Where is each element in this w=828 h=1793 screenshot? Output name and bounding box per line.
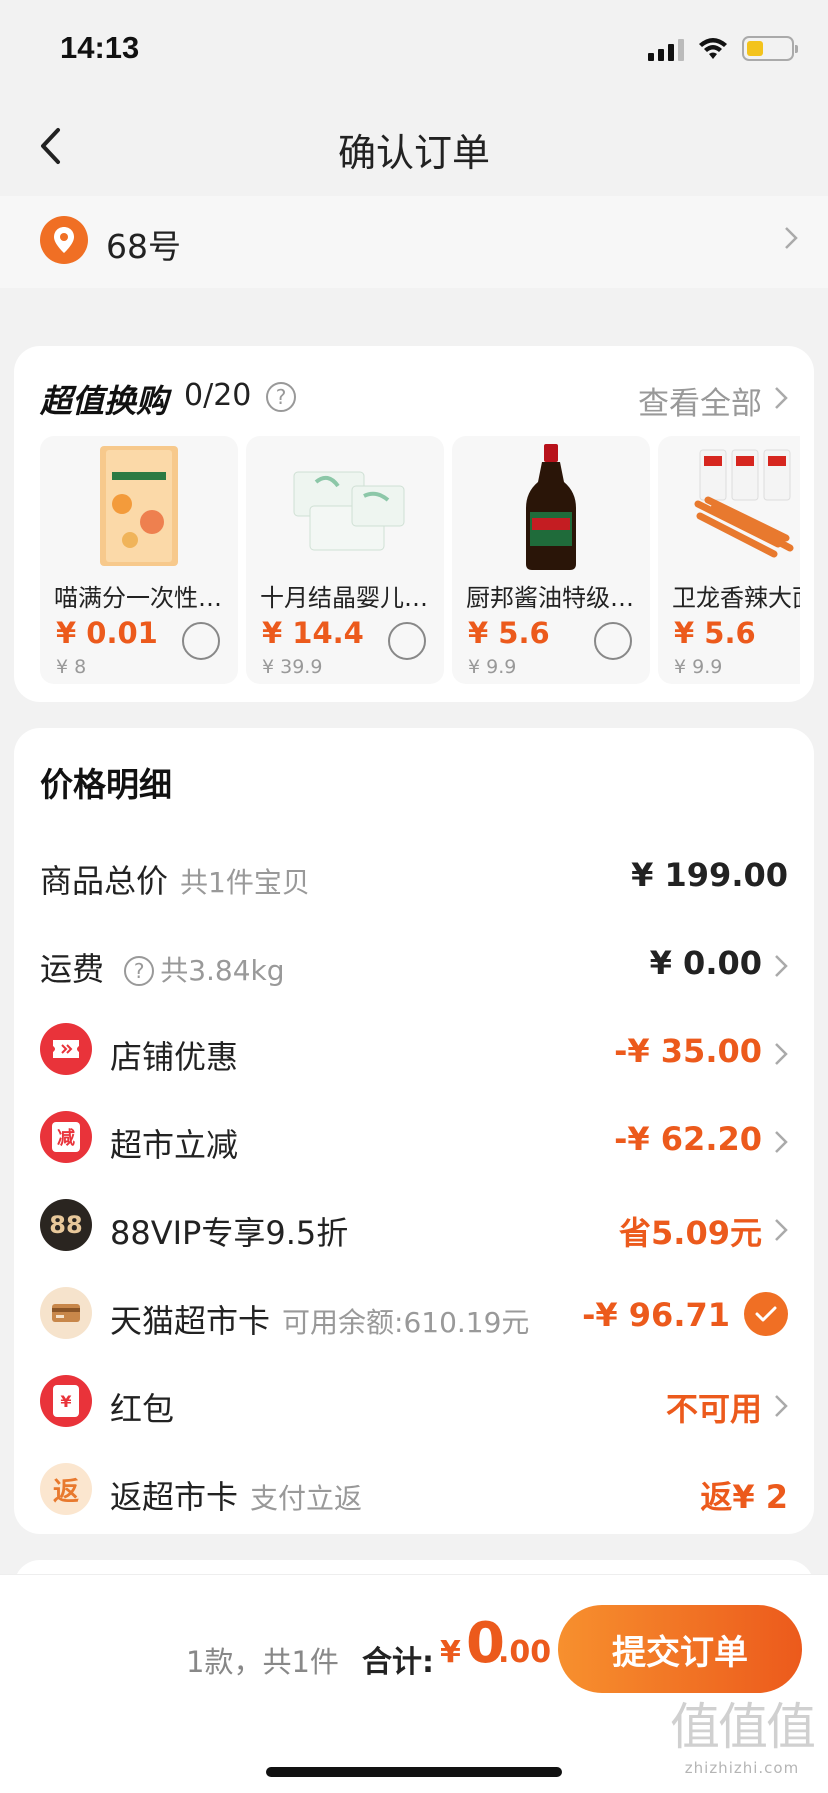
deal-price: ¥ 14.4 [262,616,364,650]
view-all-link[interactable]: 查看全部 [638,378,762,423]
signal-icon [648,37,684,61]
deal-item[interactable]: 喵满分一次性洗脸巾 ¥ 0.01 ¥ 8 [40,436,238,684]
market-discount-label: 超市立减 [110,1126,239,1164]
deal-item[interactable]: 卫龙香辣大面筋 ¥ 5.6 ¥ 9.9 [658,436,800,684]
shipping-label: 运费 [40,950,105,988]
check-icon[interactable] [744,1292,788,1336]
market-discount-row[interactable]: 减 超市立减 -¥ 62.20 [14,1108,814,1168]
help-icon[interactable]: ? [266,382,296,412]
product-image [293,471,405,551]
total-currency: ¥ [440,1635,461,1670]
market-card-value: -¥ 96.71 [582,1296,730,1334]
status-icons [648,36,798,61]
red-packet-value: 不可用 [665,1390,762,1428]
wifi-icon [699,37,727,59]
shop-discount-value: -¥ 35.00 [614,1032,762,1070]
deal-name: 十月结晶婴儿纸巾 [260,584,435,612]
market-card-row[interactable]: 天猫超市卡 可用余额:610.19元 -¥ 96.71 [14,1284,814,1344]
cashback-icon: 返 [40,1463,92,1515]
cashback-row: 返 返超市卡 支付立返 返¥ 2 [14,1460,814,1520]
watermark-url: zhizhizhi.com [684,1759,800,1777]
status-bar: 14:13 [0,0,828,100]
deal-original-price: ¥ 9.9 [674,656,723,678]
red-packet-icon: ¥ [40,1375,92,1427]
shop-discount-label: 店铺优惠 [110,1038,239,1076]
deal-price: ¥ 5.6 [674,616,756,650]
market-discount-value: -¥ 62.20 [614,1120,762,1158]
product-image [526,444,576,570]
market-card-balance: 可用余额:610.19元 [282,1306,530,1339]
cashback-label: 返超市卡 [110,1478,239,1516]
goods-total-sub: 共1件宝贝 [180,866,310,899]
vip-value: 省5.09元 [619,1214,762,1252]
deal-original-price: ¥ 39.9 [262,656,323,678]
card-icon [40,1287,92,1339]
shipping-row[interactable]: 运费 ? 共3.84kg ¥ 0.00 [14,932,814,992]
red-packet-label: 红包 [110,1390,175,1428]
cashback-sub: 支付立返 [250,1482,363,1515]
home-indicator [266,1767,562,1777]
watermark: 值值值 zhizhizhi.com [662,1687,822,1777]
product-image [694,449,794,558]
chevron-right-icon [775,1219,788,1241]
location-pin-icon [40,216,88,264]
submit-order-button[interactable]: 提交订单 [558,1605,802,1693]
deal-original-price: ¥ 8 [56,656,87,678]
deals-title: 超值换购 [40,382,169,420]
address-text: 68号 [106,227,181,266]
vip-row[interactable]: 88 88VIP专享9.5折 省5.09元 [14,1196,814,1256]
item-count: 1款，共1件 [186,1645,339,1679]
deal-original-price: ¥ 9.9 [468,656,517,678]
deals-count: 0/20 [184,378,252,413]
total-label: 合计: [362,1645,434,1680]
deals-list: 喵满分一次性洗脸巾 ¥ 0.01 ¥ 8 十月结晶婴儿纸巾 ¥ 14.4 ¥ 3… [40,436,800,684]
battery-icon [742,36,798,61]
chevron-right-icon [775,1131,788,1153]
status-time: 14:13 [60,30,140,65]
chevron-right-icon [775,955,788,977]
goods-total-value: ¥ 199.00 [631,856,788,894]
discount-icon: 减 [40,1111,92,1163]
deal-name: 厨邦酱油特级生抽 [466,584,641,612]
deal-name: 卫龙香辣大面筋 [672,584,800,612]
nav-bar: 确认订单 [0,100,828,192]
market-card-label: 天猫超市卡 [110,1302,271,1340]
chevron-right-icon [775,1395,788,1417]
watermark-logo: 值值值 [670,1698,816,1756]
goods-total-label: 商品总价 [40,862,169,900]
page-title: 确认订单 [337,131,490,175]
shop-discount-row[interactable]: 店铺优惠 -¥ 35.00 [14,1020,814,1080]
address-bar[interactable]: 68号 [0,196,828,288]
help-icon[interactable]: ? [124,956,155,986]
coupon-icon [40,1023,92,1075]
goods-total-row: 商品总价 共1件宝贝 ¥ 199.00 [14,844,814,904]
deals-card: 超值换购 0/20 ? 查看全部 喵满分一次性洗脸巾 ¥ 0.01 ¥ 8 [14,346,814,702]
vip-label: 88VIP专享9.5折 [110,1214,349,1252]
deal-item[interactable]: 厨邦酱油特级生抽 ¥ 5.6 ¥ 9.9 [452,436,650,684]
vip-88-icon: 88 [40,1199,92,1251]
chevron-right-icon [775,1043,788,1065]
deal-price: ¥ 0.01 [56,616,158,650]
select-radio[interactable] [594,622,632,660]
chevron-right-icon [775,387,788,409]
total-decimal: .00 [498,1635,552,1670]
price-detail-title: 价格明细 [40,765,172,804]
deal-name: 喵满分一次性洗脸巾 [54,584,229,612]
product-image [100,446,178,566]
red-packet-row[interactable]: ¥ 红包 不可用 [14,1372,814,1432]
select-radio[interactable] [182,622,220,660]
deal-item[interactable]: 十月结晶婴儿纸巾 ¥ 14.4 ¥ 39.9 [246,436,444,684]
chevron-right-icon [785,227,798,249]
select-radio[interactable] [388,622,426,660]
shipping-value: ¥ 0.00 [649,944,762,982]
price-detail-card: 价格明细 商品总价 共1件宝贝 ¥ 199.00 运费 ? 共3.84kg ¥ 0.… [14,728,814,1534]
shipping-sub: 共3.84kg [160,954,285,987]
cashback-value: 返¥ 2 [700,1478,788,1516]
deal-price: ¥ 5.6 [468,616,550,650]
